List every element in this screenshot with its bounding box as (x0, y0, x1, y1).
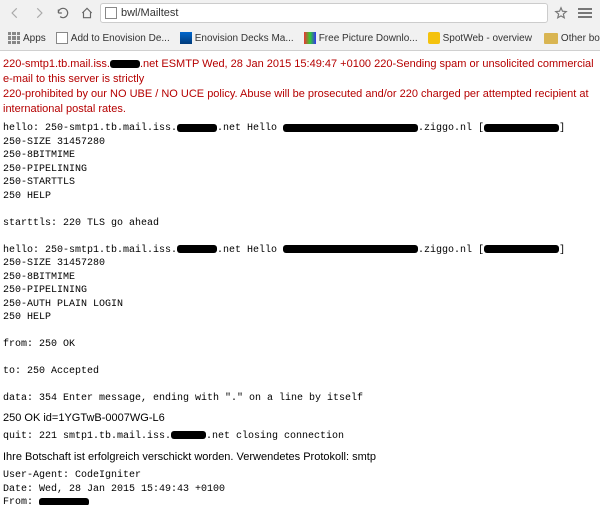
page-content: 220-smtp1.tb.mail.iss..net ESMTP Wed, 28… (0, 51, 600, 505)
bookmark-label: Add to Enovision De... (71, 33, 170, 44)
favicon-icon (428, 32, 440, 44)
log-line: to: 250 Accepted (3, 366, 99, 377)
bookmark-label: SpotWeb - overview (443, 33, 532, 44)
smtp-banner: 220-smtp1.tb.mail.iss..net ESMTP Wed, 28… (3, 57, 597, 116)
header-line: From: (3, 497, 39, 505)
log-line: data: 354 Enter message, ending with "."… (3, 393, 363, 404)
banner-text: 220-smtp1.tb.mail.iss. (3, 58, 110, 70)
redacted (484, 124, 559, 132)
redacted (484, 245, 559, 253)
smtp-log-block-1: hello: 250-smtp1.tb.mail.iss..net Hello … (3, 122, 597, 406)
log-line: 250-SIZE 31457280 (3, 137, 105, 148)
redacted (283, 124, 418, 132)
log-line: .net Hello (217, 245, 283, 256)
other-bookmarks-label: Other books (561, 33, 600, 44)
hamburger-icon (578, 8, 592, 18)
log-line: starttls: 220 TLS go ahead (3, 218, 159, 229)
log-line: 250 HELP (3, 191, 51, 202)
apps-button[interactable]: Apps (4, 30, 50, 46)
log-line: hello: 250-smtp1.tb.mail.iss. (3, 245, 177, 256)
header-line: User-Agent: CodeIgniter (3, 470, 141, 481)
log-line: .ziggo.nl [ (418, 245, 484, 256)
log-line: .net Hello (217, 123, 283, 134)
log-line: 250-AUTH PLAIN LOGIN (3, 299, 123, 310)
arrow-right-icon (32, 6, 46, 20)
folder-icon (544, 33, 558, 44)
bookmark-star-button[interactable] (550, 3, 572, 23)
address-bar[interactable]: bwl/Mailtest (100, 3, 548, 23)
smtp-quit-line: quit: 221 smtp1.tb.mail.iss. .net closing… (3, 430, 597, 444)
redacted (39, 498, 89, 505)
log-line: 250-PIPELINING (3, 164, 87, 175)
log-line: .net closing connection (206, 431, 344, 442)
nav-toolbar: bwl/Mailtest (0, 0, 600, 26)
apps-icon (8, 32, 20, 44)
favicon-icon (56, 32, 68, 44)
log-line: ] (559, 245, 565, 256)
apps-label: Apps (23, 33, 46, 44)
bookmark-item[interactable]: Enovision Decks Ma... (176, 30, 298, 46)
forward-button[interactable] (28, 3, 50, 23)
bookmarks-bar: Apps Add to Enovision De... Enovision De… (0, 26, 600, 50)
header-line: Date: Wed, 28 Jan 2015 15:49:43 +0100 (3, 484, 225, 495)
redacted (171, 431, 206, 439)
success-message: Ihre Botschaft ist erfolgreich verschick… (3, 451, 597, 463)
menu-button[interactable] (574, 3, 596, 23)
log-line: .ziggo.nl [ (418, 123, 484, 134)
reload-button[interactable] (52, 3, 74, 23)
bookmark-item[interactable]: Add to Enovision De... (52, 30, 174, 46)
log-line: from: 250 OK (3, 339, 75, 350)
other-bookmarks-button[interactable]: Other books (540, 31, 600, 46)
arrow-left-icon (8, 6, 22, 20)
browser-chrome: bwl/Mailtest Apps Add to Enovision De...… (0, 0, 600, 51)
log-line: 250-SIZE 31457280 (3, 258, 105, 269)
redacted (110, 60, 140, 68)
favicon-icon (304, 32, 316, 44)
bookmark-label: Free Picture Downlo... (319, 33, 418, 44)
mail-headers: User-Agent: CodeIgniter Date: Wed, 28 Ja… (3, 469, 597, 505)
url-text: bwl/Mailtest (121, 7, 178, 19)
favicon-icon (180, 32, 192, 44)
home-icon (80, 6, 94, 20)
bookmark-item[interactable]: Free Picture Downlo... (300, 30, 422, 46)
page-icon (105, 7, 117, 19)
bookmark-item[interactable]: SpotWeb - overview (424, 30, 536, 46)
redacted (177, 124, 217, 132)
log-line: 250-8BITMIME (3, 272, 75, 283)
redacted (283, 245, 418, 253)
star-icon (554, 6, 568, 20)
bookmark-label: Enovision Decks Ma... (195, 33, 294, 44)
log-line: hello: 250-smtp1.tb.mail.iss. (3, 123, 177, 134)
log-line: 250-STARTTLS (3, 177, 75, 188)
reload-icon (56, 6, 70, 20)
log-line: 250-8BITMIME (3, 150, 75, 161)
log-line: 250-PIPELINING (3, 285, 87, 296)
log-line: quit: 221 smtp1.tb.mail.iss. (3, 431, 171, 442)
log-line: ] (559, 123, 565, 134)
smtp-ok-id: 250 OK id=1YGTwB-0007WG-L6 (3, 412, 597, 424)
redacted (177, 245, 217, 253)
banner-text: 220-prohibited by our NO UBE / NO UCE po… (3, 88, 589, 115)
back-button[interactable] (4, 3, 26, 23)
log-line: 250 HELP (3, 312, 51, 323)
home-button[interactable] (76, 3, 98, 23)
